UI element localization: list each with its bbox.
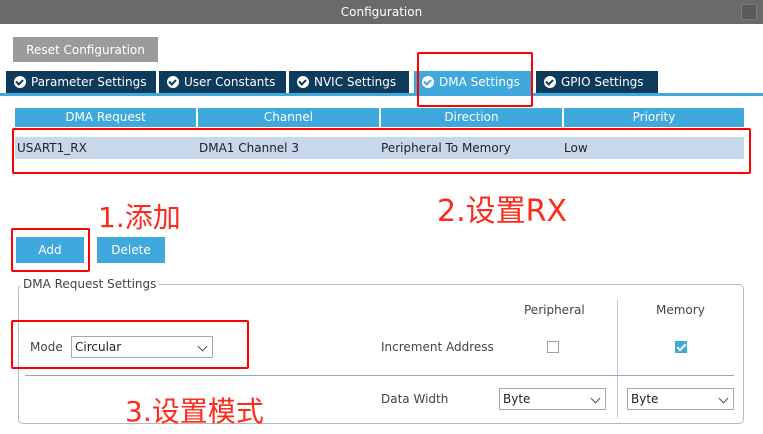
memory-data-width-value: Byte — [631, 392, 659, 406]
annotation-step3: 3.设置模式 — [125, 395, 264, 428]
settings-tabbar: Parameter Settings User Constants NVIC S… — [0, 71, 763, 93]
column-header[interactable]: Priority — [564, 108, 744, 127]
group-title: DMA Request Settings — [20, 277, 160, 291]
highlight-mode-select — [11, 320, 249, 369]
table-header: DMA Request Channel Direction Priority — [15, 108, 744, 127]
reset-configuration-button[interactable]: Reset Configuration — [13, 37, 158, 62]
peripheral-header: Peripheral — [524, 303, 585, 317]
peripheral-data-width-value: Byte — [503, 392, 531, 406]
tab-label: User Constants — [184, 75, 276, 89]
memory-increment-checkbox[interactable] — [675, 341, 687, 353]
check-circle-icon — [167, 76, 179, 88]
tab-gpio-settings[interactable]: GPIO Settings — [536, 71, 658, 93]
window-title: Configuration — [340, 5, 423, 19]
tab-underline — [0, 93, 763, 96]
column-header[interactable]: Direction — [381, 108, 562, 127]
memory-data-width-select[interactable]: Byte — [627, 388, 734, 410]
check-circle-icon — [14, 76, 26, 88]
tab-parameter-settings[interactable]: Parameter Settings — [6, 71, 156, 93]
column-header[interactable]: DMA Request — [15, 108, 196, 127]
annotation-step2: 2.设置RX — [437, 194, 568, 229]
settings-divider — [25, 375, 734, 376]
tab-label: NVIC Settings — [314, 75, 397, 89]
peripheral-increment-checkbox[interactable] — [547, 341, 559, 353]
tab-nvic-settings[interactable]: NVIC Settings — [289, 71, 409, 93]
check-circle-icon — [544, 76, 556, 88]
peripheral-data-width-select[interactable]: Byte — [499, 388, 606, 410]
chevron-down-icon — [718, 393, 729, 404]
window-control-button[interactable] — [741, 4, 757, 20]
tab-user-constants[interactable]: User Constants — [159, 71, 286, 93]
highlight-table-row — [12, 128, 751, 174]
memory-header: Memory — [656, 303, 705, 317]
highlight-dma-tab — [417, 52, 533, 107]
tab-label: Parameter Settings — [31, 75, 147, 89]
annotation-step1: 1.添加 — [98, 201, 181, 234]
chevron-down-icon — [590, 393, 601, 404]
check-circle-icon — [297, 76, 309, 88]
highlight-add-button — [11, 228, 90, 272]
tab-label: GPIO Settings — [561, 75, 644, 89]
delete-button[interactable]: Delete — [97, 237, 165, 263]
window-titlebar: Configuration — [0, 0, 763, 24]
column-separator — [617, 300, 618, 418]
column-header[interactable]: Channel — [198, 108, 379, 127]
data-width-label: Data Width — [381, 392, 449, 406]
increment-address-label: Increment Address — [381, 340, 494, 354]
